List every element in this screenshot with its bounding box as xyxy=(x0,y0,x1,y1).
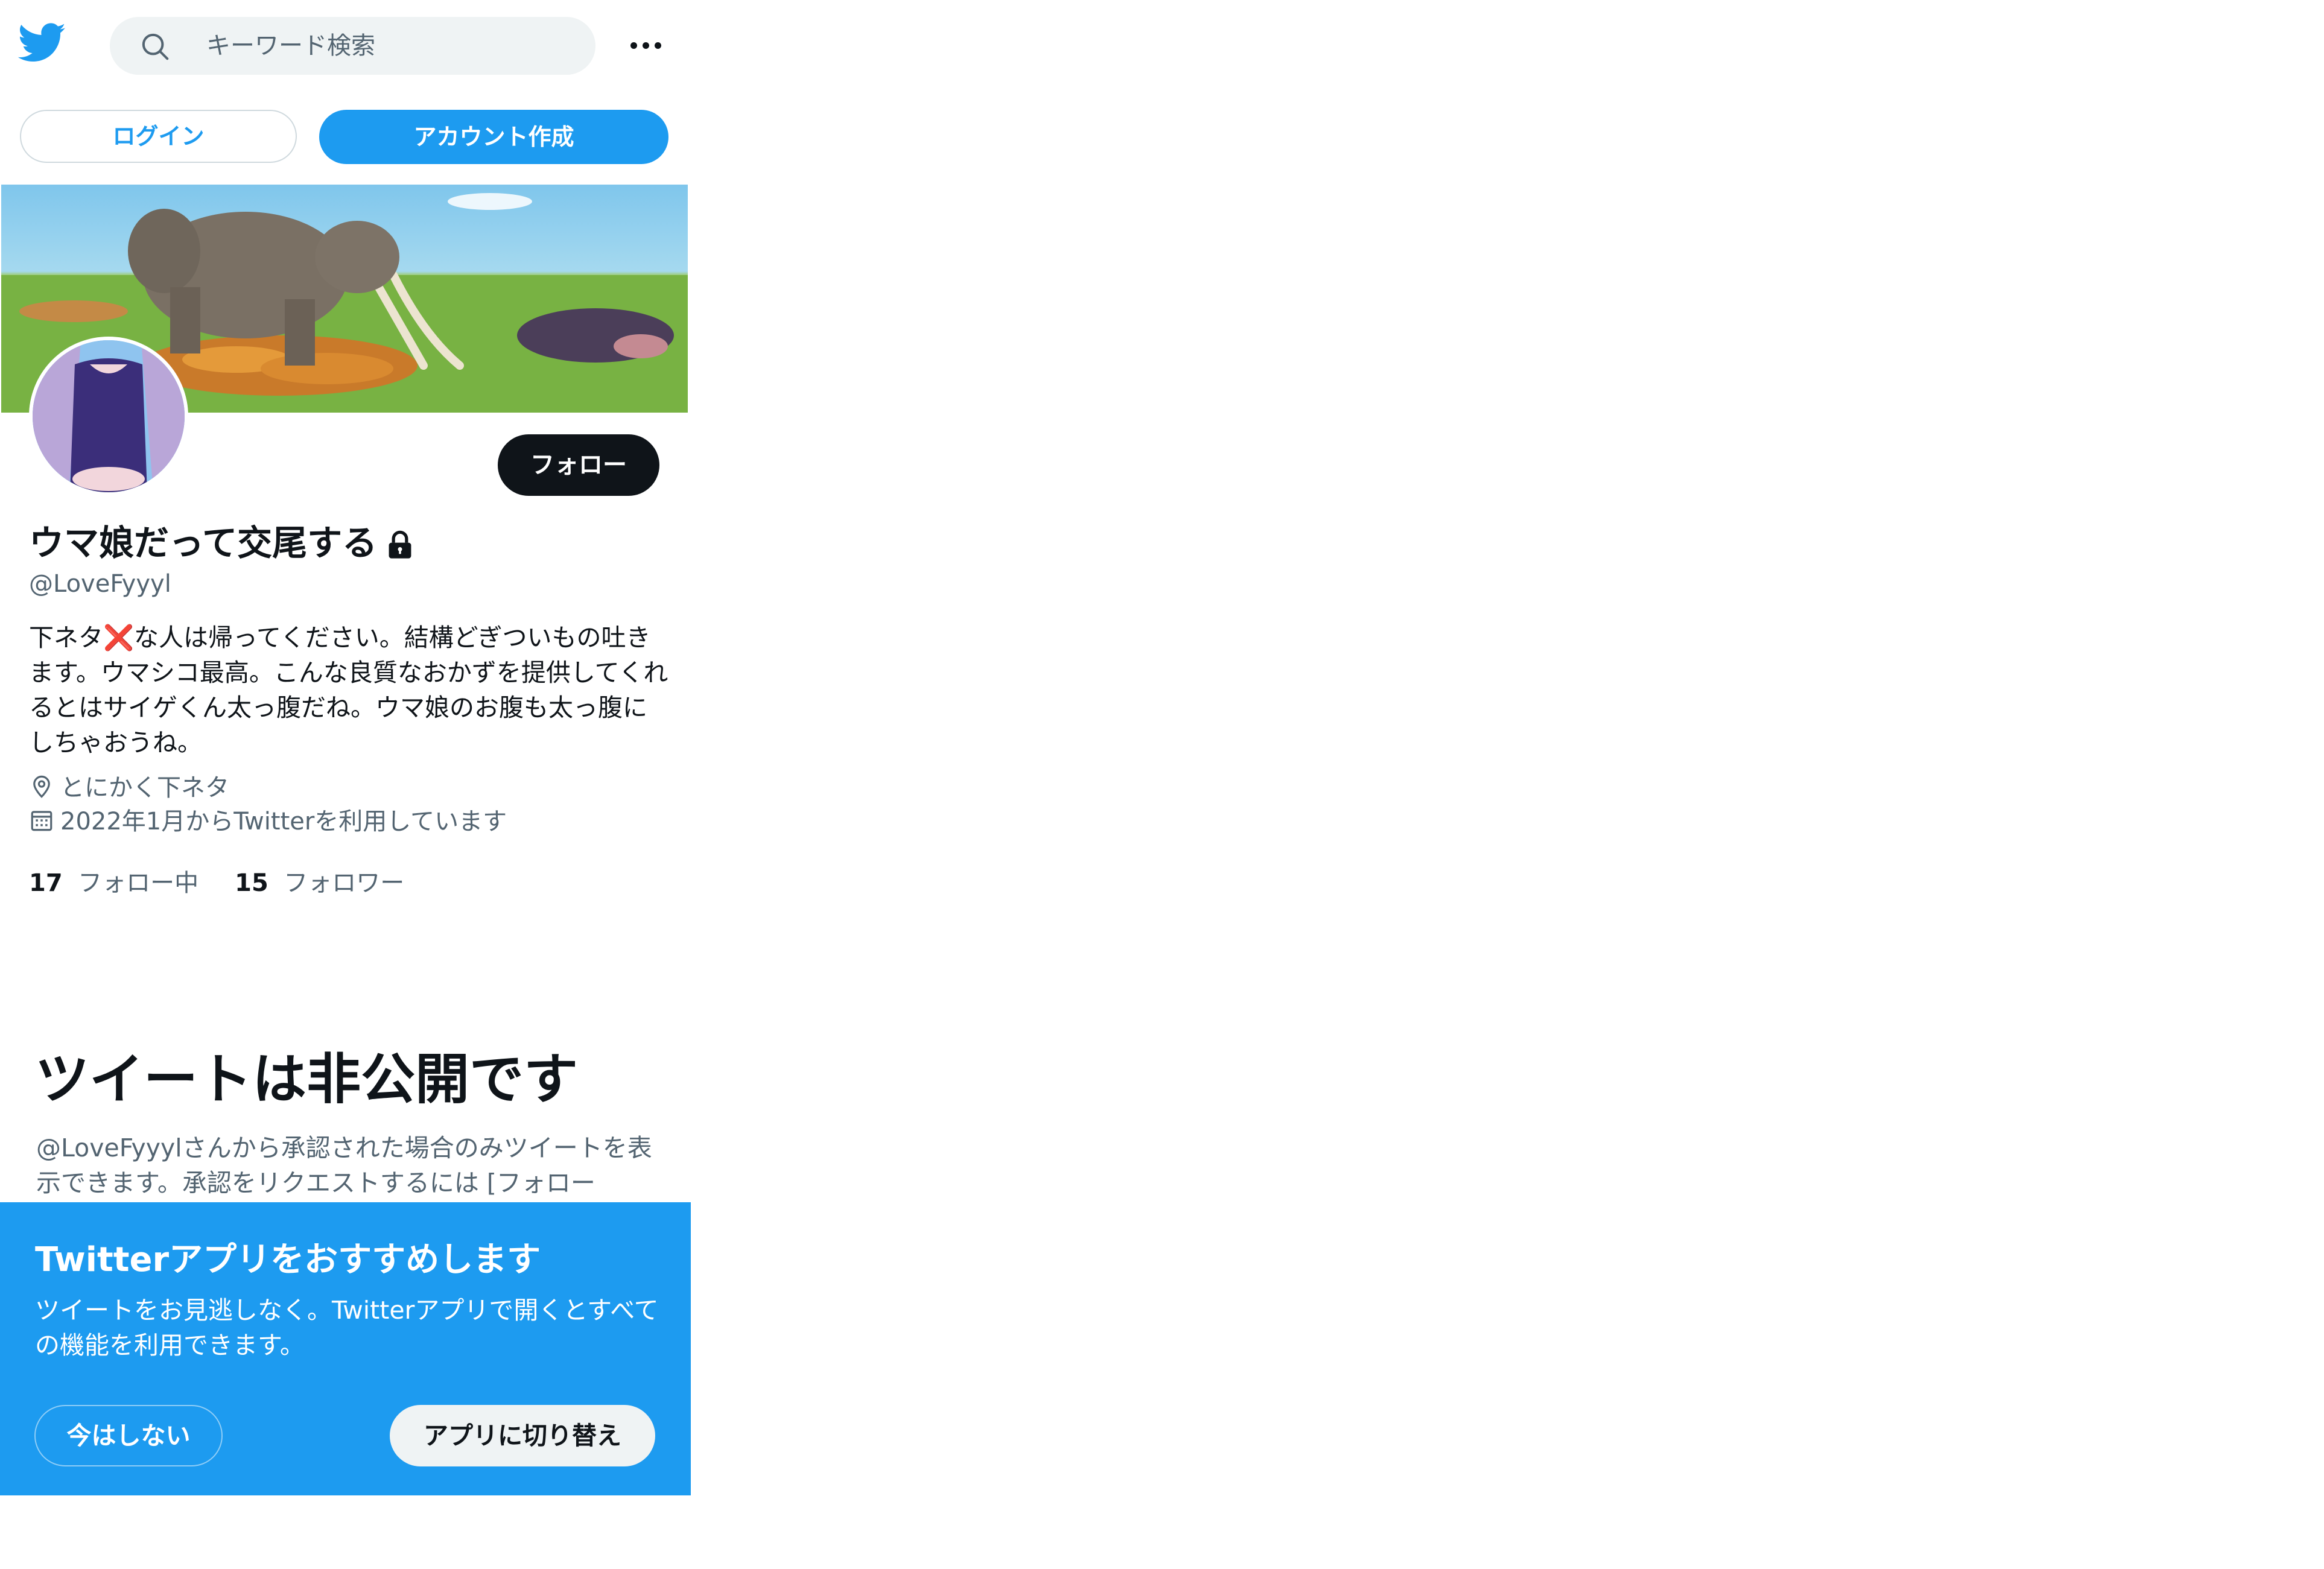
signup-button[interactable]: アカウント作成 xyxy=(319,110,668,164)
more-dots-icon[interactable] xyxy=(624,28,667,62)
following-label: フォロー中 xyxy=(78,869,199,897)
location-text: とにかく下ネタ xyxy=(60,774,229,802)
login-button[interactable]: ログイン xyxy=(20,110,297,163)
followers-count: 15 xyxy=(235,869,268,897)
follow-stats: 17 フォロー中 15 フォロワー xyxy=(29,866,404,900)
twitter-bird-icon[interactable] xyxy=(17,23,66,65)
joined-row: 2022年1月からTwitterを利用しています xyxy=(29,805,507,838)
following-count: 17 xyxy=(29,869,63,897)
location-row: とにかく下ネタ xyxy=(29,771,229,805)
followers-label: フォロワー xyxy=(284,869,405,897)
calendar-icon xyxy=(31,811,52,831)
app-promo-title: Twitterアプリをおすすめします xyxy=(35,1240,541,1279)
switch-to-app-button[interactable]: アプリに切り替え xyxy=(390,1405,655,1466)
lock-icon xyxy=(384,527,416,559)
app-promo-banner: Twitterアプリをおすすめします ツイートをお見逃しなく。Twitterアプ… xyxy=(0,1202,691,1495)
avatar[interactable] xyxy=(29,337,188,496)
joined-text: 2022年1月からTwitterを利用しています xyxy=(60,808,507,835)
following-link[interactable]: 17 フォロー中 xyxy=(29,869,198,897)
search-placeholder: キーワード検索 xyxy=(206,32,375,60)
profile-bio: 下ネタ❌な人は帰ってください。結構どぎついもの吐きます。ウマシコ最高。こんな良質… xyxy=(29,623,668,757)
follow-button[interactable]: フォロー xyxy=(498,434,659,496)
private-notice-body: @LoveFyyylさんから承認された場合のみツイートを表示できます。承認をリク… xyxy=(36,1133,652,1197)
search-icon xyxy=(139,30,171,63)
app-promo-description: ツイートをお見逃しなく。Twitterアプリで開くとすべての機能を利用できます。 xyxy=(35,1296,659,1360)
private-notice-title: ツイートは非公開です xyxy=(35,1048,578,1111)
followers-link[interactable]: 15 フォロワー xyxy=(235,869,404,897)
search-input[interactable]: キーワード検索 xyxy=(110,17,595,75)
profile-name: ウマ娘だって交尾する xyxy=(29,522,378,563)
not-now-button[interactable]: 今はしない xyxy=(34,1405,223,1466)
profile-handle: @LoveFyyyl xyxy=(29,570,171,598)
location-pin-icon xyxy=(33,775,50,798)
